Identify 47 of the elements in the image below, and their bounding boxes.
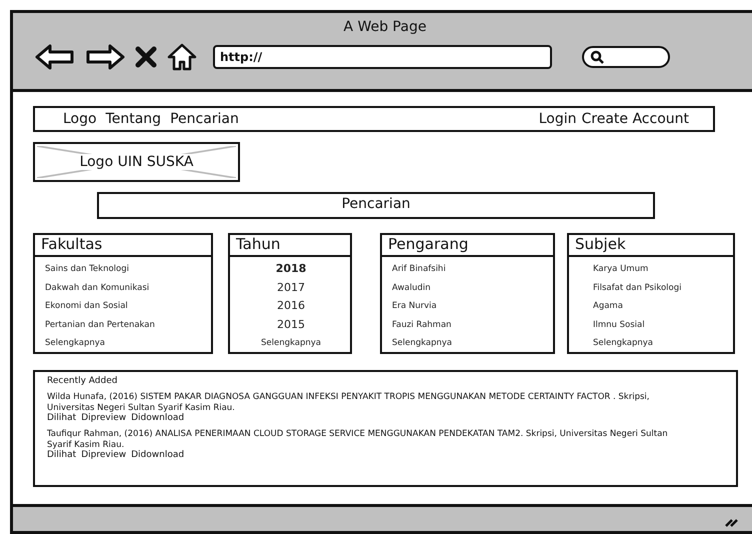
column-header: Subjek [567, 233, 735, 257]
action-link[interactable]: Dipreview [81, 451, 126, 460]
list-link[interactable]: Pertanian dan Pertenakan [45, 318, 209, 332]
home-icon[interactable] [167, 43, 197, 71]
list-link[interactable]: Selengkapnya [45, 336, 209, 350]
window-title: A Web Page [342, 18, 428, 35]
url-field[interactable]: http:// [213, 45, 552, 69]
list-link[interactable]: Filsafat dan Psikologi [593, 280, 731, 295]
list-link[interactable]: Sains dan Teknologi [45, 262, 209, 276]
nav-link[interactable]: Pencarian [170, 111, 239, 127]
forward-icon[interactable] [85, 44, 125, 70]
back-icon[interactable] [35, 44, 75, 70]
list-link[interactable]: Arif Binafsihi [392, 262, 551, 276]
list-link[interactable]: Awaludin [392, 280, 551, 295]
search-bar[interactable]: Pencarian [97, 192, 655, 219]
list-link[interactable]: Dakwah dan Komunikasi [45, 280, 209, 295]
close-icon[interactable] [135, 46, 157, 68]
column-header: Pengarang [380, 233, 555, 257]
list-link[interactable]: Ekonomi dan Sosial [45, 299, 209, 314]
action-link[interactable]: Didownload [131, 414, 184, 423]
list-link[interactable]: 2017 [234, 280, 348, 295]
list-link[interactable]: Selengkapnya [234, 336, 348, 350]
action-link[interactable]: Dilihat [47, 414, 76, 423]
citation-text: Wilda Hunafa, (2016) SISTEM PAKAR DIAGNOSA GANGGUAN INFEKSI PENYAKIT TROPIS MENGGUNAKAN METODE CERTAINTY FACTOR . Skripsi, Universitas Negeri Sultan Syarif Kasim Riau. [47, 392, 650, 413]
list-link[interactable]: 2016 [234, 299, 348, 314]
list-link[interactable]: 2018 [234, 262, 348, 276]
column-header: Tahun [228, 233, 352, 257]
search-icon [590, 50, 604, 64]
action-link[interactable]: Didownload [131, 451, 184, 460]
list-link[interactable]: Ilmnu Sosial [593, 318, 731, 332]
list-link[interactable]: Agama [593, 299, 731, 314]
action-link[interactable]: Dipreview [81, 414, 126, 423]
nav-link[interactable]: Tentang [106, 111, 162, 127]
list-link[interactable]: Selengkapnya [392, 336, 551, 350]
list-link[interactable]: Fauzi Rahman [392, 318, 551, 332]
action-link[interactable]: Dilihat [47, 451, 76, 460]
citation-text: Taufiqur Rahman, (2016) ANALISA PENERIMAAN CLOUD STORAGE SERVICE MENGGUNAKAN PENDEKATAN TAM2. Skripsi, Universitas Negeri Sultan Syarif Kasim Riau. [47, 429, 669, 450]
column-header: Fakultas [33, 233, 213, 257]
nav-link[interactable]: Create Account [582, 111, 689, 127]
nav-link[interactable]: Logo [63, 111, 97, 127]
list-link[interactable]: Selengkapnya [593, 336, 731, 350]
nav-link[interactable]: Login [538, 111, 576, 127]
search-field[interactable] [582, 46, 670, 68]
list-link[interactable]: Era Nurvia [392, 299, 551, 314]
section-title: Recently Added [47, 376, 118, 386]
list-link[interactable]: Karya Umum [593, 262, 731, 276]
list-link[interactable]: 2015 [234, 318, 348, 332]
